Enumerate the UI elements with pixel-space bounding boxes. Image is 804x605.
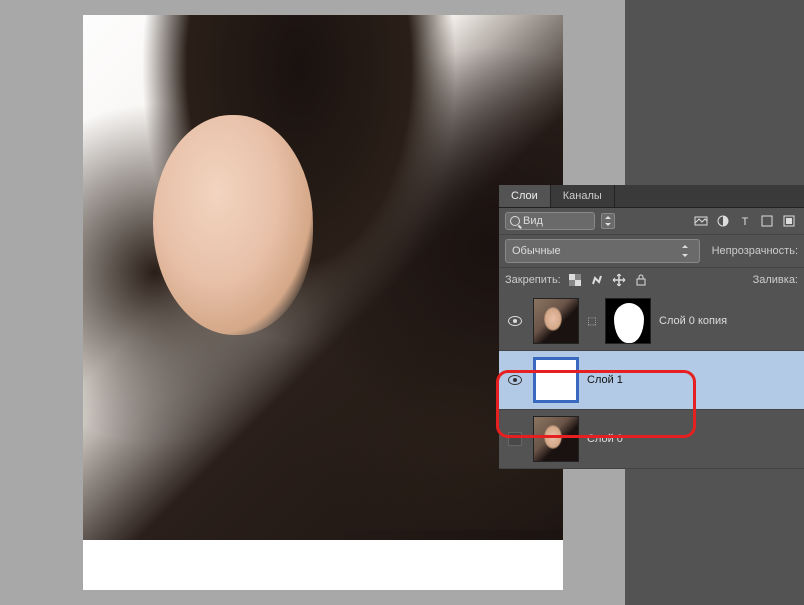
filter-smart-icon[interactable]	[780, 213, 798, 229]
fill-label[interactable]: Заливка:	[753, 274, 798, 286]
visibility-toggle[interactable]	[505, 375, 525, 385]
search-icon	[510, 216, 520, 226]
filter-text-icon[interactable]: T	[736, 213, 754, 229]
layer-filter-select[interactable]: Вид	[505, 212, 595, 230]
filter-label: Вид	[523, 215, 543, 227]
filter-shape-icon[interactable]	[758, 213, 776, 229]
layer-name[interactable]: Слой 1	[587, 374, 623, 386]
filter-dropdown-stepper[interactable]	[601, 213, 615, 229]
lock-pixels-icon[interactable]	[589, 272, 605, 288]
svg-text:T: T	[742, 216, 749, 228]
visibility-off-icon	[508, 432, 522, 446]
layer-name[interactable]: Слой 0 копия	[659, 315, 727, 327]
canvas-photo	[83, 15, 563, 590]
photo-bg	[83, 540, 563, 590]
tab-channels[interactable]: Каналы	[551, 185, 615, 207]
layer-thumbnail[interactable]	[533, 357, 579, 403]
lock-transparency-icon[interactable]	[567, 272, 583, 288]
opacity-label[interactable]: Непрозрачность:	[712, 245, 798, 257]
blend-row: Обычные Непрозрачность:	[499, 235, 804, 268]
layer-mask-thumbnail[interactable]	[605, 298, 651, 344]
lock-all-icon[interactable]	[633, 272, 649, 288]
filter-pixel-icon[interactable]	[692, 213, 710, 229]
lock-label: Закрепить:	[505, 274, 561, 286]
lock-row: Закрепить: Заливка:	[499, 268, 804, 292]
lock-icons	[567, 272, 649, 288]
layer-name[interactable]: Слой 0	[587, 433, 623, 445]
layers-panel: Слои Каналы Вид T Обычные Непрозрачность…	[499, 185, 804, 469]
eye-icon	[508, 316, 522, 326]
tab-layers[interactable]: Слои	[499, 185, 551, 207]
layer-thumbnail[interactable]	[533, 298, 579, 344]
photo-hair	[83, 15, 563, 530]
lock-position-icon[interactable]	[611, 272, 627, 288]
layer-thumbnail[interactable]	[533, 416, 579, 462]
visibility-toggle[interactable]	[505, 316, 525, 326]
filter-row: Вид T	[499, 208, 804, 235]
chevron-updown-icon	[679, 243, 693, 259]
layer-row[interactable]: ⬚ Слой 0 копия	[499, 292, 804, 351]
panel-tabs: Слои Каналы	[499, 185, 804, 208]
photo-face	[153, 115, 313, 335]
layer-row[interactable]: Слой 1	[499, 351, 804, 410]
eye-icon	[508, 375, 522, 385]
layer-row[interactable]: Слой 0	[499, 410, 804, 469]
document-canvas[interactable]	[83, 15, 563, 590]
blend-mode-value: Обычные	[512, 245, 561, 257]
mask-link-icon[interactable]: ⬚	[587, 316, 597, 327]
blend-mode-select[interactable]: Обычные	[505, 239, 700, 263]
layers-list: ⬚ Слой 0 копия Слой 1 Слой 0	[499, 292, 804, 469]
filter-adjust-icon[interactable]	[714, 213, 732, 229]
visibility-toggle[interactable]	[505, 432, 525, 446]
